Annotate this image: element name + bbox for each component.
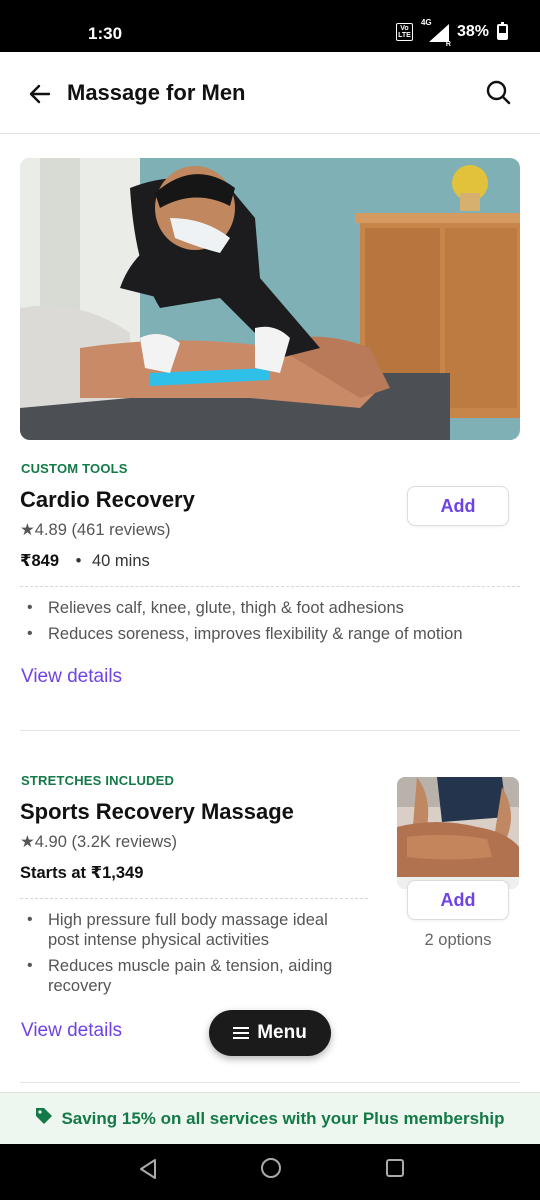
menu-label: Menu bbox=[257, 1022, 307, 1043]
list-item: Reduces soreness, improves flexibility &… bbox=[20, 624, 520, 644]
star-icon: ★ bbox=[20, 521, 35, 539]
card2-dashed-divider bbox=[20, 898, 368, 899]
hamburger-icon bbox=[233, 1027, 250, 1039]
list-item: Relieves calf, knee, glute, thigh & foot… bbox=[20, 598, 520, 618]
cardio-recovery-image[interactable] bbox=[20, 158, 520, 440]
card1-rating-text: 4.89 (461 reviews) bbox=[34, 521, 171, 539]
card2-view-details-link[interactable]: View details bbox=[21, 1020, 122, 1042]
plus-banner-text: Saving 15% on all services with your Plu… bbox=[61, 1108, 505, 1128]
section-divider bbox=[20, 730, 520, 731]
page-title: Massage for Men bbox=[67, 80, 246, 105]
card1-duration: 40 mins bbox=[91, 552, 150, 570]
card2-price: Starts at ₹1,349 bbox=[20, 864, 144, 882]
card2-title[interactable]: Sports Recovery Massage bbox=[20, 799, 294, 825]
card2-rating: ★4.90 (3.2K reviews) bbox=[20, 832, 177, 852]
star-icon: ★ bbox=[20, 833, 35, 851]
status-time: 1:30 bbox=[88, 24, 123, 43]
battery-percent: 38% bbox=[456, 23, 489, 40]
card1-dashed-divider bbox=[20, 586, 520, 587]
system-navigation-bar bbox=[0, 1144, 540, 1200]
list-item: Reduces muscle pain & tension, aiding re… bbox=[20, 956, 360, 996]
card2-rating-text: 4.90 (3.2K reviews) bbox=[34, 833, 177, 851]
card1-rating: ★4.89 (461 reviews) bbox=[20, 520, 171, 540]
card1-title[interactable]: Cardio Recovery bbox=[20, 487, 195, 513]
card2-tag: STRETCHES INCLUDED bbox=[21, 773, 175, 788]
separator-dot: • bbox=[75, 552, 82, 570]
menu-button[interactable]: Menu bbox=[209, 1010, 331, 1056]
nav-home-icon[interactable] bbox=[261, 1158, 281, 1178]
card1-price: ₹849 bbox=[20, 552, 60, 570]
card2-bullet-list: High pressure full body massage ideal po… bbox=[20, 910, 360, 1002]
card2-add-button[interactable]: Add bbox=[407, 880, 509, 920]
card1-view-details-link[interactable]: View details bbox=[21, 666, 122, 688]
back-arrow-icon[interactable] bbox=[26, 80, 54, 108]
volte-icon: Vo LTE bbox=[395, 23, 413, 41]
nav-recents-icon[interactable] bbox=[386, 1159, 404, 1177]
sports-recovery-image[interactable] bbox=[397, 777, 519, 889]
section-divider bbox=[20, 1082, 520, 1083]
status-bar: 1:30 Vo LTE 4G R 38% bbox=[0, 0, 540, 52]
search-icon[interactable] bbox=[484, 78, 512, 106]
tag-icon bbox=[35, 1107, 53, 1130]
app-header: Massage for Men bbox=[0, 52, 540, 134]
card1-bullet-list: Relieves calf, knee, glute, thigh & foot… bbox=[20, 598, 520, 650]
signal-icon: 4G R bbox=[420, 18, 451, 48]
card1-tag: CUSTOM TOOLS bbox=[21, 461, 128, 476]
card1-price-line: ₹849 • 40 mins bbox=[20, 551, 150, 571]
card2-options-count: 2 options bbox=[424, 931, 492, 949]
nav-back-icon[interactable] bbox=[138, 1158, 158, 1185]
battery-icon bbox=[497, 22, 508, 40]
card1-add-button[interactable]: Add bbox=[407, 486, 509, 526]
plus-membership-banner[interactable]: Saving 15% on all services with your Plu… bbox=[0, 1092, 540, 1144]
list-item: High pressure full body massage ideal po… bbox=[20, 910, 360, 950]
status-icons: Vo LTE 4G R 38% bbox=[395, 18, 508, 48]
